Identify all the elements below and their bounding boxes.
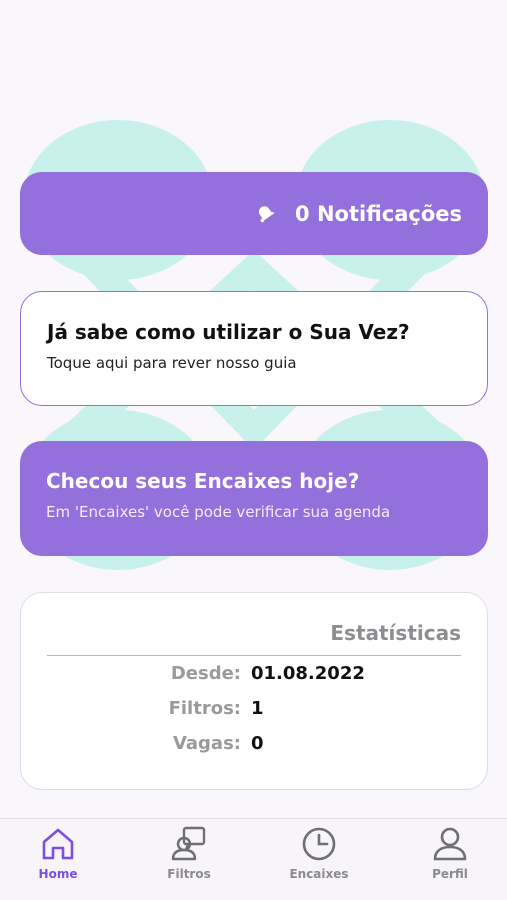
statistics-card: Estatísticas Desde: 01.08.2022 Filtros: … bbox=[20, 592, 488, 790]
stat-row-vagas: Vagas: 0 bbox=[47, 726, 461, 761]
stat-value: 1 bbox=[251, 698, 264, 719]
encaixes-card[interactable]: Checou seus Encaixes hoje? Em 'Encaixes'… bbox=[20, 441, 488, 556]
statistics-title: Estatísticas bbox=[47, 621, 461, 656]
tab-filtros[interactable]: Filtros bbox=[139, 825, 239, 881]
stat-value: 0 bbox=[251, 733, 264, 754]
tab-label: Perfil bbox=[432, 867, 468, 881]
guide-subtitle: Toque aqui para rever nosso guia bbox=[47, 354, 297, 372]
stat-row-filtros: Filtros: 1 bbox=[47, 691, 461, 726]
stat-label: Desde: bbox=[170, 663, 241, 684]
stat-label: Filtros: bbox=[168, 698, 241, 719]
tab-perfil[interactable]: Perfil bbox=[400, 825, 500, 881]
stat-value: 01.08.2022 bbox=[251, 663, 365, 684]
home-icon bbox=[42, 828, 74, 860]
tab-home[interactable]: Home bbox=[8, 825, 108, 881]
tab-label: Home bbox=[38, 867, 78, 881]
tab-label: Encaixes bbox=[289, 867, 349, 881]
encaixes-subtitle: Em 'Encaixes' você pode verificar sua ag… bbox=[46, 503, 391, 521]
bottom-tab-bar: Home Filtros Encaixes Perfil bbox=[0, 818, 507, 900]
home-screen: 0 Notificações Já sabe como utilizar o S… bbox=[0, 0, 507, 900]
notifications-count: 0 Notificações bbox=[295, 201, 462, 226]
clock-icon bbox=[302, 827, 336, 861]
guide-title: Já sabe como utilizar o Sua Vez? bbox=[47, 320, 410, 344]
filter-icon bbox=[171, 826, 206, 861]
notifications-banner[interactable]: 0 Notificações bbox=[20, 172, 488, 255]
bell-icon bbox=[258, 205, 275, 222]
stat-row-desde: Desde: 01.08.2022 bbox=[47, 656, 461, 691]
encaixes-title: Checou seus Encaixes hoje? bbox=[46, 469, 360, 493]
guide-card[interactable]: Já sabe como utilizar o Sua Vez? Toque a… bbox=[20, 291, 488, 406]
tab-encaixes[interactable]: Encaixes bbox=[269, 825, 369, 881]
stat-label: Vagas: bbox=[172, 733, 241, 754]
user-icon bbox=[433, 827, 467, 861]
tab-label: Filtros bbox=[167, 867, 211, 881]
